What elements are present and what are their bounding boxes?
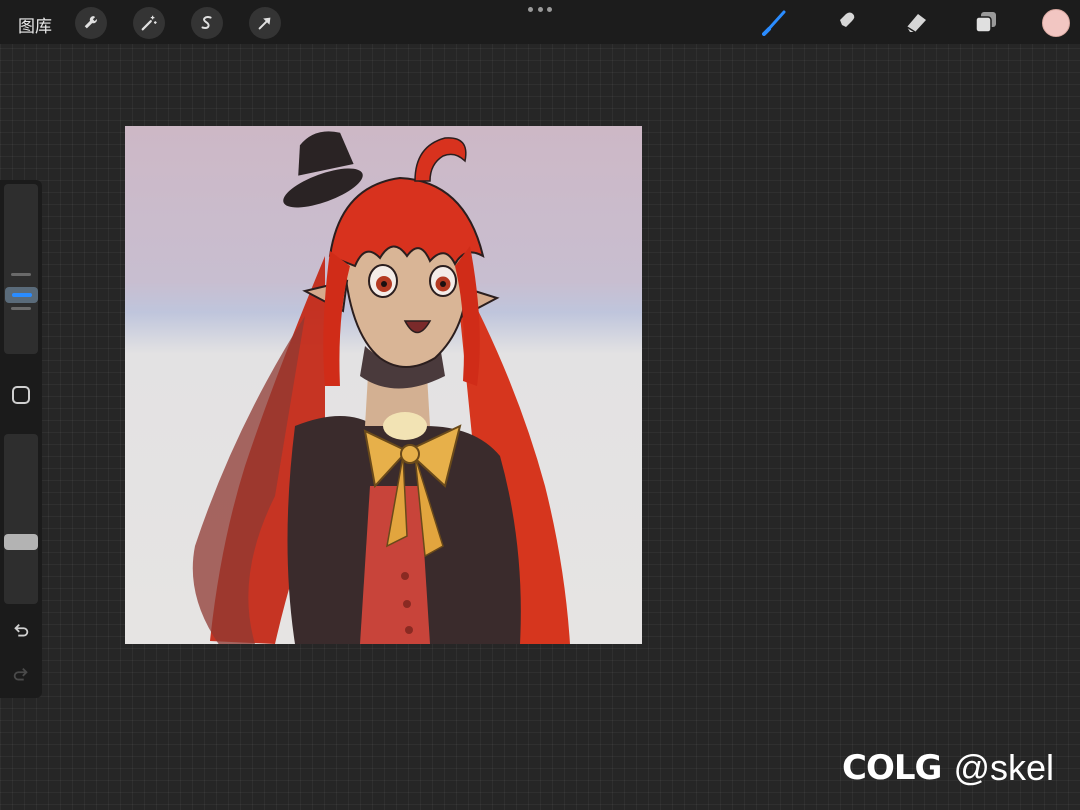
undo-arrow-icon[interactable] <box>10 620 32 642</box>
left-sidebar <box>0 180 42 698</box>
gallery-button[interactable]: 图库 <box>18 12 52 37</box>
opacity-slider[interactable] <box>4 434 38 604</box>
drawing-canvas[interactable] <box>125 126 642 644</box>
ellipsis-icon[interactable] <box>528 4 552 14</box>
wrench-icon[interactable] <box>75 7 107 39</box>
watermark: COLG @skel <box>842 747 1055 788</box>
selection-s-icon[interactable] <box>191 7 223 39</box>
opacity-thumb[interactable] <box>4 534 38 550</box>
brush-size-thumb[interactable] <box>5 287 38 303</box>
top-toolbar: 图库 <box>0 0 1080 44</box>
brush-size-slider[interactable] <box>4 184 38 354</box>
watermark-handle: @skel <box>953 747 1055 788</box>
watermark-logo: COLG <box>842 748 942 788</box>
layers-icon[interactable] <box>970 6 1002 38</box>
redo-arrow-icon[interactable] <box>10 664 32 686</box>
magic-wand-icon[interactable] <box>133 7 165 39</box>
smudge-icon[interactable] <box>829 6 861 38</box>
arrow-cursor-icon[interactable] <box>249 7 281 39</box>
square-modify-icon[interactable] <box>12 386 30 404</box>
slider-tick <box>11 307 31 310</box>
slider-tick <box>11 273 31 276</box>
artwork-illustration <box>192 131 570 644</box>
color-picker-button[interactable] <box>1042 9 1070 37</box>
eraser-icon[interactable] <box>900 6 932 38</box>
brush-icon[interactable] <box>760 6 792 38</box>
